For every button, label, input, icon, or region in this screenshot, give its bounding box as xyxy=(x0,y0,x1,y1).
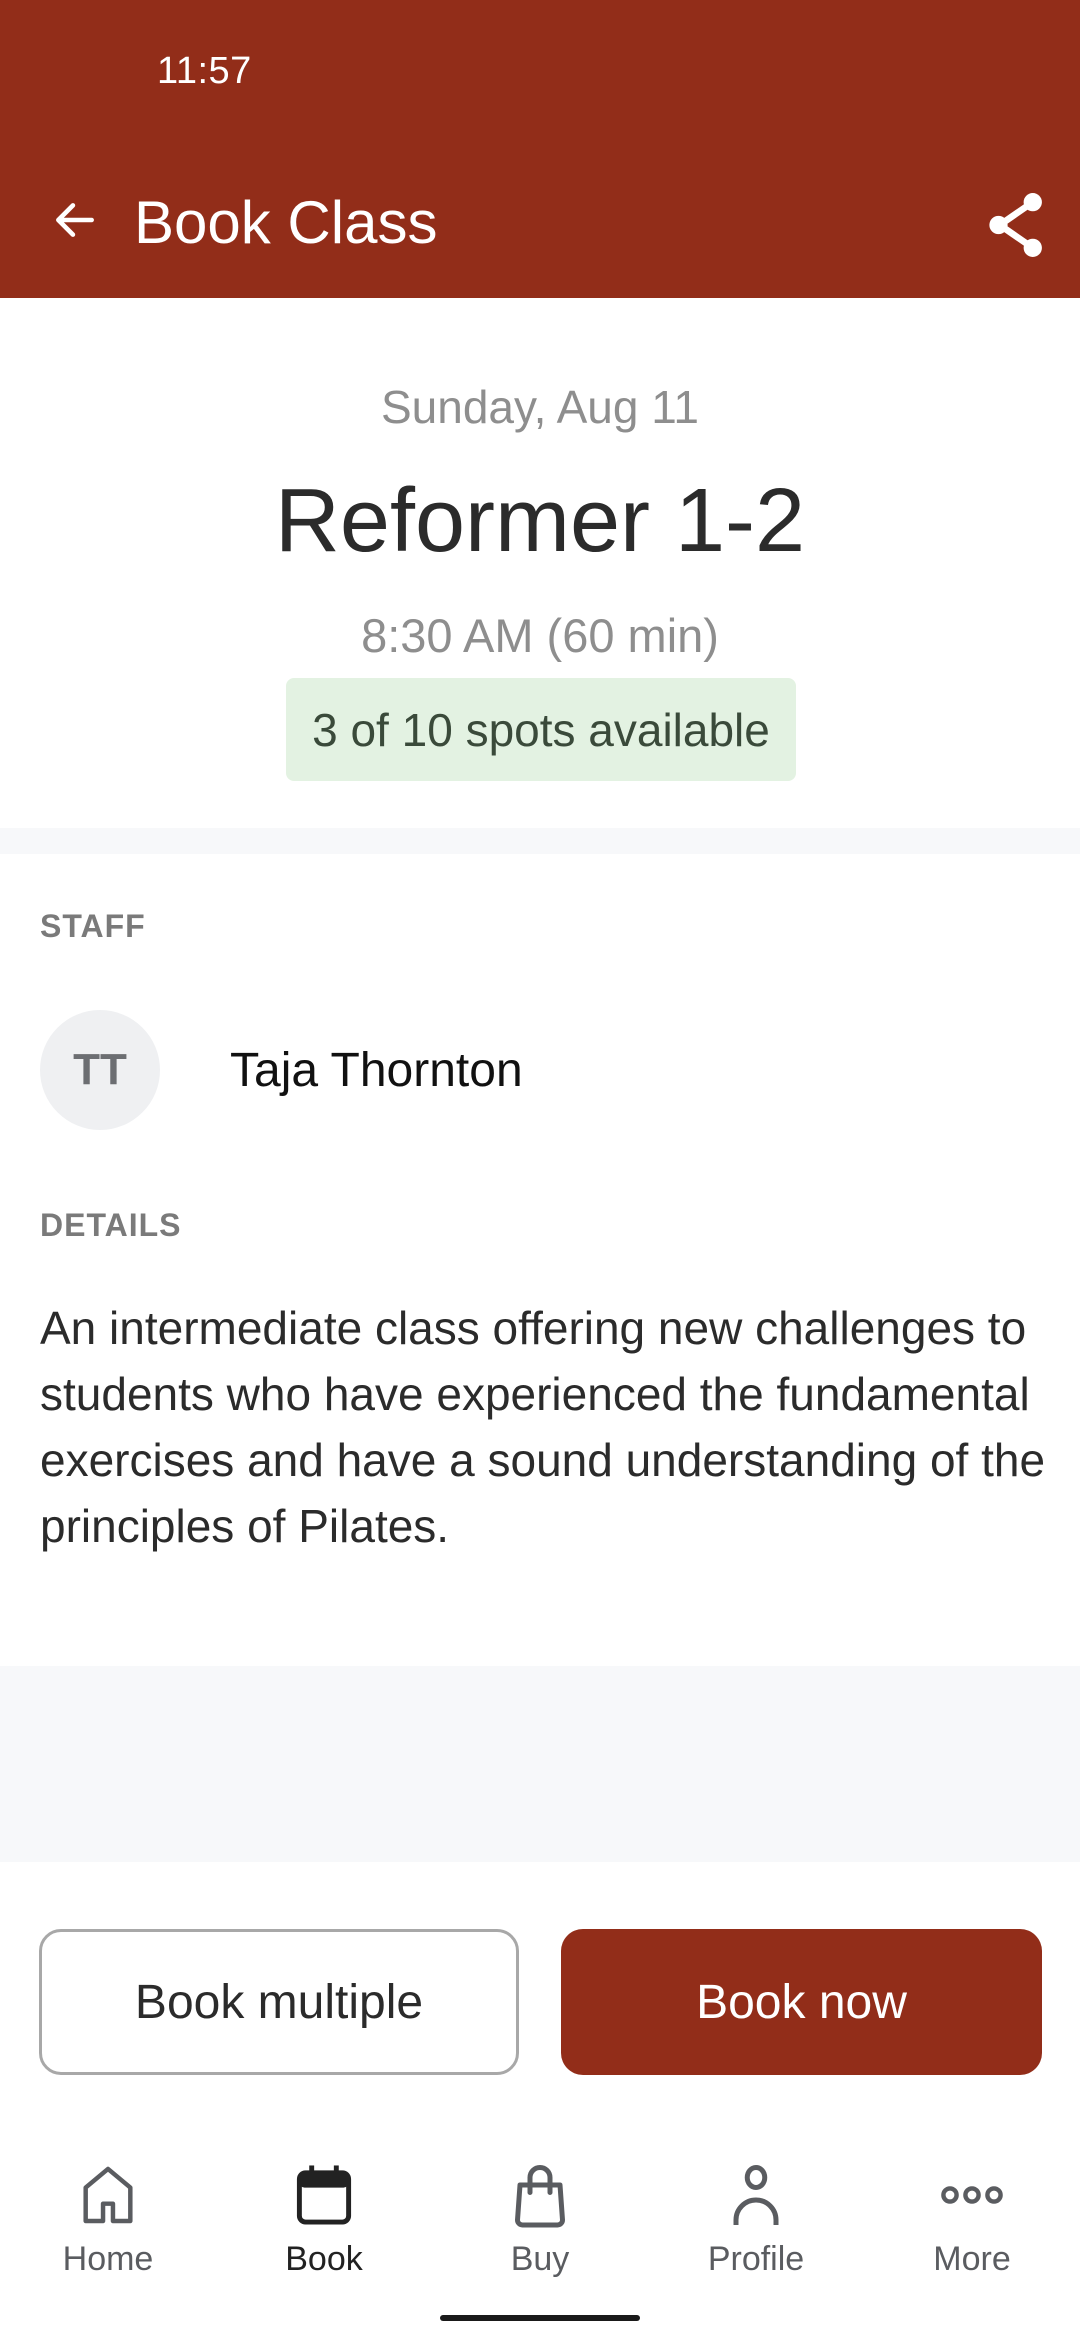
back-button[interactable] xyxy=(40,185,110,255)
nav-item-buy[interactable]: Buy xyxy=(432,2150,648,2290)
nav-label: Profile xyxy=(707,2240,805,2278)
book-multiple-button[interactable]: Book multiple xyxy=(39,1929,519,2075)
nav-label: Book xyxy=(285,2240,363,2278)
avatar: TT xyxy=(40,1010,160,1130)
app-bar: 11:57 Book Class xyxy=(0,0,1080,298)
staff-name: Taja Thornton xyxy=(230,1043,523,1097)
calendar-icon xyxy=(296,2165,352,2225)
class-time: 8:30 AM (60 min) xyxy=(361,609,719,662)
class-description: An intermediate class offering new chall… xyxy=(40,1302,1046,1552)
staff-section-label: STAFF xyxy=(40,908,146,944)
nav-item-home[interactable]: Home xyxy=(0,2150,216,2290)
share-icon xyxy=(989,193,1042,257)
more-dots-icon xyxy=(941,2186,1003,2204)
nav-label: Buy xyxy=(510,2240,570,2278)
status-time: 11:57 xyxy=(157,50,252,92)
staff-row[interactable]: TT Taja Thornton xyxy=(40,1010,1040,1130)
home-icon xyxy=(83,2166,133,2224)
nav-item-book[interactable]: Book xyxy=(216,2150,432,2290)
section-divider xyxy=(0,828,1080,854)
home-indicator[interactable] xyxy=(440,2315,640,2321)
page-title: Book Class xyxy=(134,189,438,256)
book-now-button[interactable]: Book now xyxy=(561,1929,1042,2075)
class-name: Reformer 1-2 xyxy=(274,471,806,571)
availability-badge: 3 of 10 spots available xyxy=(286,678,796,781)
nav-label: Home xyxy=(62,2240,154,2278)
share-button[interactable] xyxy=(975,185,1055,265)
bottom-nav: Home Book Buy Profile More xyxy=(0,2150,1080,2290)
nav-item-profile[interactable]: Profile xyxy=(648,2150,864,2290)
arrow-left-icon xyxy=(56,203,94,237)
spacer-band xyxy=(0,1666,1080,1862)
class-summary: Sunday, Aug 11 Reformer 1-2 8:30 AM (60 … xyxy=(0,298,1080,828)
class-date: Sunday, Aug 11 xyxy=(380,381,699,433)
details-section-label: DETAILS xyxy=(40,1207,182,1243)
person-icon xyxy=(733,2165,779,2225)
shopping-bag-icon xyxy=(515,2165,565,2228)
nav-item-more[interactable]: More xyxy=(864,2150,1080,2290)
nav-label: More xyxy=(933,2240,1011,2278)
